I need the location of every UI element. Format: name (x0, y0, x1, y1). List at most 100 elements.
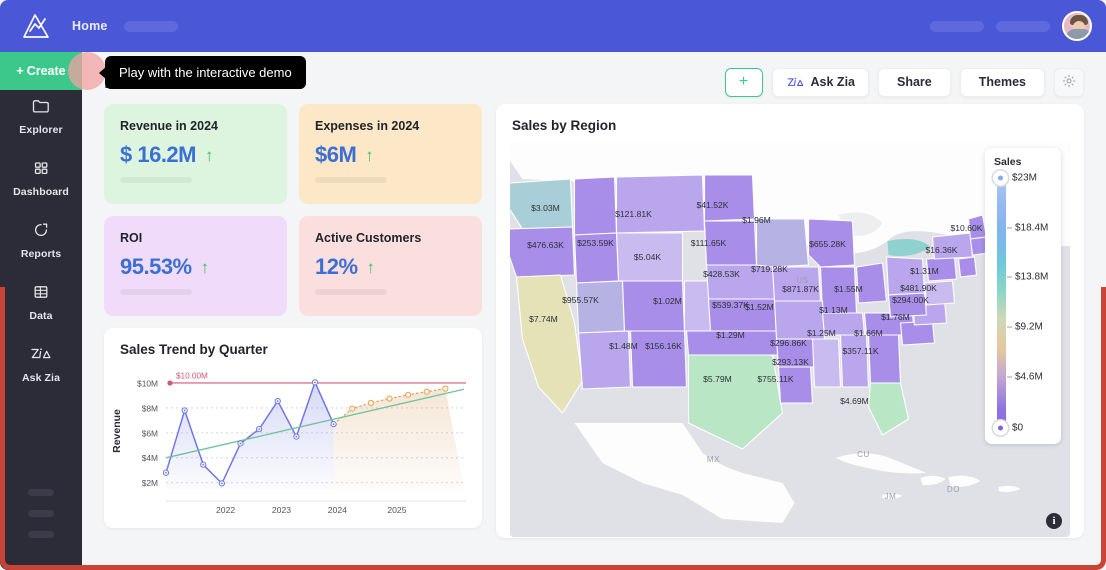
svg-text:$1.76M: $1.76M (881, 312, 910, 322)
kpi-card-revenue[interactable]: Revenue in 2024 $ 16.2M ↑ (104, 104, 287, 204)
themes-button[interactable]: Themes (959, 67, 1045, 97)
grid-squares-icon (32, 160, 50, 181)
svg-text:$428.53K: $428.53K (703, 269, 740, 279)
svg-text:DO: DO (947, 485, 960, 494)
gear-icon (1062, 74, 1076, 91)
svg-text:2022: 2022 (216, 505, 235, 515)
svg-text:$16.36K: $16.36K (925, 245, 957, 255)
svg-text:2025: 2025 (387, 505, 406, 515)
tick-dash (1007, 376, 1012, 378)
kpi-card-active-customers[interactable]: Active Customers 12% ↑ (299, 216, 482, 316)
svg-text:$871.87K: $871.87K (782, 284, 819, 294)
svg-text:$253.59K: $253.59K (577, 238, 614, 248)
plus-icon: + (16, 64, 24, 78)
nav-home-link[interactable]: Home (72, 19, 108, 33)
legend-handle-min[interactable] (993, 420, 1008, 436)
sidebar-item-data[interactable]: Data (0, 284, 82, 322)
kpi-card-roi[interactable]: ROI 95.53% ↑ (104, 216, 287, 316)
nav-placeholder-3 (996, 20, 1050, 32)
legend-title: Sales (994, 156, 1022, 168)
svg-text:$10M: $10M (137, 378, 158, 388)
folder-icon (32, 98, 50, 119)
app-logo-icon[interactable] (0, 12, 72, 40)
sidebar-item-reports[interactable]: Reports (0, 222, 82, 260)
sales-trend-panel[interactable]: Sales Trend by Quarter $2M $4M $6M $8M $10M R… (104, 328, 482, 528)
left-sidebar: Explorer Dashboard Reports Data Ask Zia (0, 52, 82, 570)
kpi-value: $6M (315, 142, 357, 167)
svg-text:$10.60K: $10.60K (950, 223, 982, 233)
svg-text:$296.86K: $296.86K (770, 338, 807, 348)
svg-text:$10.00M: $10.00M (176, 371, 208, 380)
zia-icon (30, 346, 52, 367)
sidebar-item-label: Data (29, 310, 53, 322)
sales-by-region-panel[interactable]: Sales by Region MX CU JM DO US $3.03M $121.81K… (496, 104, 1084, 538)
svg-text:$8M: $8M (142, 403, 158, 413)
sidebar-item-label: Ask Zia (21, 372, 61, 384)
svg-text:$1.02M: $1.02M (653, 296, 682, 306)
sidebar-item-label: Explorer (19, 124, 63, 136)
svg-text:$1.25M: $1.25M (807, 328, 836, 338)
map-legend[interactable]: Sales $23M $18.4M $13.8M $9.2M $4.6M $0 (985, 148, 1061, 444)
interactive-demo-tooltip: Play with the interactive demo (99, 56, 306, 89)
sidebar-items: Explorer Dashboard Reports Data Ask Zia (0, 52, 82, 384)
sidebar-item-ask-zia[interactable]: Ask Zia (0, 346, 82, 384)
tick-dash (1007, 326, 1012, 328)
legend-tick-max: $23M (1012, 173, 1037, 184)
svg-text:Revenue: Revenue (111, 409, 123, 453)
svg-text:$5.79M: $5.79M (703, 374, 732, 384)
legend-body: $23M $18.4M $13.8M $9.2M $4.6M $0 (993, 170, 1053, 436)
sales-trend-chart[interactable]: $2M $4M $6M $8M $10M Revenue $10.00M 2022 2023 20… (104, 361, 482, 521)
tick-dash (1007, 227, 1012, 229)
legend-tick-min: $0 (1012, 423, 1023, 434)
tick-dash (1007, 276, 1012, 278)
sidebar-placeholder-2 (28, 510, 54, 517)
svg-text:MX: MX (707, 455, 720, 464)
svg-text:$111.65K: $111.65K (691, 238, 727, 248)
app-root: Home Explorer Dashboard Reports Data Ask… (0, 0, 1106, 570)
kpi-card-expenses[interactable]: Expenses in 2024 $6M ↑ (299, 104, 482, 204)
settings-button[interactable] (1054, 67, 1084, 97)
zia-icon (786, 76, 805, 89)
svg-text:$4M: $4M (142, 453, 158, 463)
legend-gradient-bar[interactable] (997, 178, 1006, 430)
sidebar-item-explorer[interactable]: Explorer (0, 98, 82, 136)
kpi-value: 95.53% (120, 254, 192, 279)
page-content: Executive Dashboard + Ask Zia Share (82, 52, 1106, 570)
kpi-title: ROI (120, 231, 143, 245)
legend-tick-5: $4.6M (1007, 372, 1043, 383)
share-button[interactable]: Share (878, 67, 951, 97)
legend-tick-label: $4.6M (1015, 371, 1043, 383)
left-column: Revenue in 2024 $ 16.2M ↑ Expenses in 20… (104, 104, 482, 538)
ask-zia-button[interactable]: Ask Zia (771, 67, 869, 97)
svg-text:$1.52M: $1.52M (745, 302, 774, 312)
sidebar-placeholder-3 (28, 531, 54, 538)
svg-text:$156.16K: $156.16K (645, 341, 682, 351)
legend-tick-label: $18.4M (1015, 222, 1049, 234)
kpi-grid: Revenue in 2024 $ 16.2M ↑ Expenses in 20… (104, 104, 482, 316)
svg-text:$719.28K: $719.28K (751, 264, 788, 274)
svg-text:$655.28K: $655.28K (809, 239, 846, 249)
trend-up-icon: ↑ (365, 145, 374, 165)
svg-text:$1.13M: $1.13M (819, 305, 848, 315)
trend-up-icon: ↑ (205, 145, 214, 165)
sidebar-item-dashboard[interactable]: Dashboard (0, 160, 82, 198)
sales-by-region-title: Sales by Region (512, 118, 617, 133)
kpi-placeholder (120, 289, 192, 295)
kpi-value-row: 95.53% ↑ (120, 254, 271, 280)
svg-text:$3.03M: $3.03M (531, 203, 560, 213)
svg-text:$293.13K: $293.13K (772, 357, 809, 367)
svg-text:$1.29M: $1.29M (716, 330, 745, 340)
legend-tick-label: $9.2M (1015, 321, 1043, 333)
pie-chart-icon (32, 222, 50, 243)
legend-handle-max[interactable] (993, 170, 1008, 186)
add-widget-button[interactable]: + (724, 67, 763, 97)
kpi-value-row: $6M ↑ (315, 142, 466, 168)
nav-placeholder-1 (123, 20, 178, 32)
choropleth-map[interactable]: MX CU JM DO US $3.03M $121.81K $41.52K $1.96M $47… (510, 143, 1070, 537)
kpi-placeholder (315, 289, 387, 295)
svg-text:$755.11K: $755.11K (757, 374, 793, 384)
sidebar-placeholders (0, 489, 82, 552)
info-icon[interactable]: i (1046, 513, 1062, 529)
right-column: Sales by Region MX CU JM DO US $3.03M $121.81K… (496, 104, 1084, 538)
avatar[interactable] (1062, 11, 1092, 41)
